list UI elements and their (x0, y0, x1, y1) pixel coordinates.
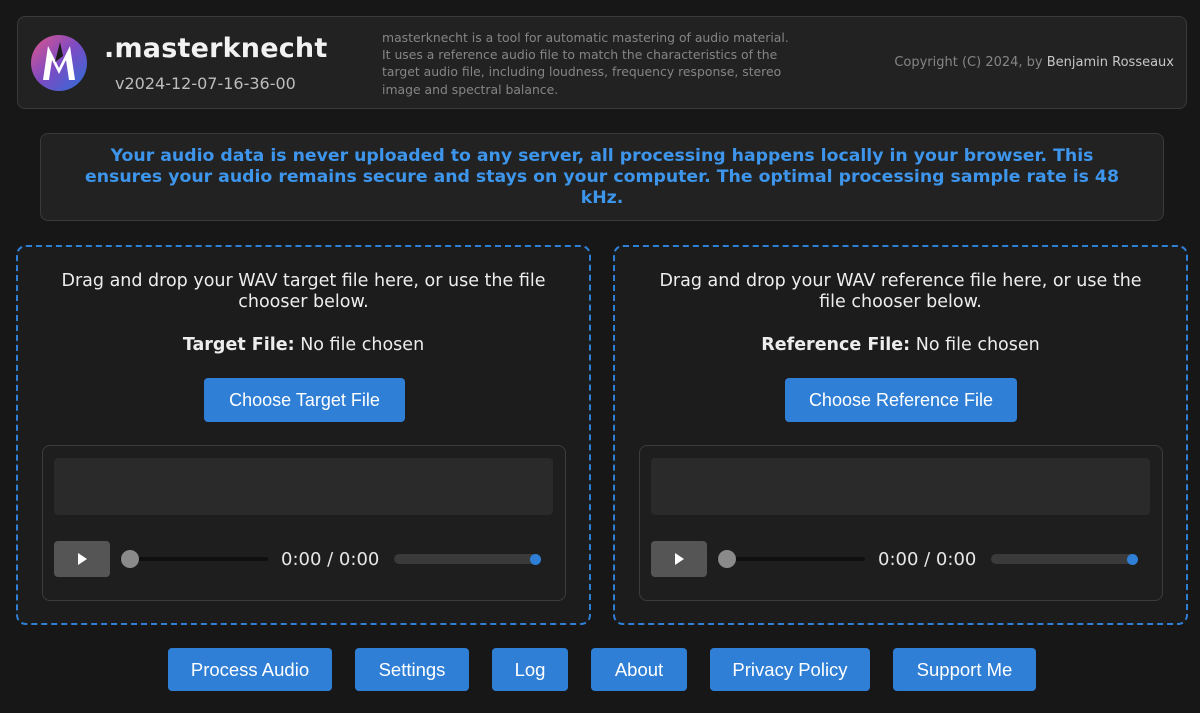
target-dropzone[interactable]: Drag and drop your WAV target file here,… (16, 245, 591, 625)
reference-file-status: Reference File: No file chosen (615, 335, 1186, 355)
app-title: .masterknecht (104, 33, 328, 64)
target-volume-slider[interactable] (394, 554, 538, 564)
reference-audio-player: 0:00 / 0:00 (639, 445, 1163, 601)
target-file-status: Target File: No file chosen (18, 335, 589, 355)
process-audio-button[interactable]: Process Audio (168, 648, 332, 691)
reference-time-display: 0:00 / 0:00 (878, 549, 977, 570)
support-me-button[interactable]: Support Me (893, 648, 1036, 691)
app-description: masterknecht is a tool for automatic mas… (382, 30, 789, 97)
settings-button[interactable]: Settings (355, 648, 469, 691)
reference-play-button[interactable] (651, 541, 707, 577)
target-file-label: Target File: (182, 335, 295, 355)
target-file-value: No file chosen (300, 335, 425, 355)
target-audio-player: 0:00 / 0:00 (42, 445, 566, 601)
reference-dropzone[interactable]: Drag and drop your WAV reference file he… (613, 245, 1188, 625)
target-waveform (54, 458, 553, 515)
copyright-notice: Copyright (C) 2024, by Benjamin Rosseaux (894, 55, 1174, 70)
target-play-button[interactable] (54, 541, 110, 577)
reference-seek-thumb[interactable] (718, 550, 736, 568)
privacy-notice: Your audio data is never uploaded to any… (40, 133, 1164, 221)
target-instructions: Drag and drop your WAV target file here,… (61, 271, 546, 312)
target-seek-bar[interactable] (120, 557, 268, 561)
play-icon (78, 553, 87, 565)
choose-target-file-button[interactable]: Choose Target File (204, 378, 405, 422)
copyright-prefix: Copyright (C) 2024, by (894, 55, 1047, 70)
app-header: .masterknecht v2024-12-07-16-36-00 maste… (17, 16, 1187, 109)
action-bar: Process Audio Settings Log About Privacy… (0, 648, 1200, 691)
reference-file-label: Reference File: (761, 335, 911, 355)
copyright-author-link[interactable]: Benjamin Rosseaux (1047, 55, 1174, 70)
play-icon (675, 553, 684, 565)
reference-instructions: Drag and drop your WAV reference file he… (659, 271, 1142, 312)
app-version: v2024-12-07-16-36-00 (115, 74, 296, 93)
target-seek-thumb[interactable] (121, 550, 139, 568)
privacy-policy-button[interactable]: Privacy Policy (710, 648, 870, 691)
reference-waveform (651, 458, 1150, 515)
target-volume-thumb[interactable] (530, 554, 541, 565)
about-button[interactable]: About (591, 648, 687, 691)
log-button[interactable]: Log (492, 648, 568, 691)
reference-volume-thumb[interactable] (1127, 554, 1138, 565)
reference-seek-bar[interactable] (717, 557, 865, 561)
reference-file-value: No file chosen (915, 335, 1040, 355)
masterknecht-logo (31, 35, 87, 91)
target-time-display: 0:00 / 0:00 (281, 549, 380, 570)
choose-reference-file-button[interactable]: Choose Reference File (785, 378, 1017, 422)
reference-volume-slider[interactable] (991, 554, 1135, 564)
